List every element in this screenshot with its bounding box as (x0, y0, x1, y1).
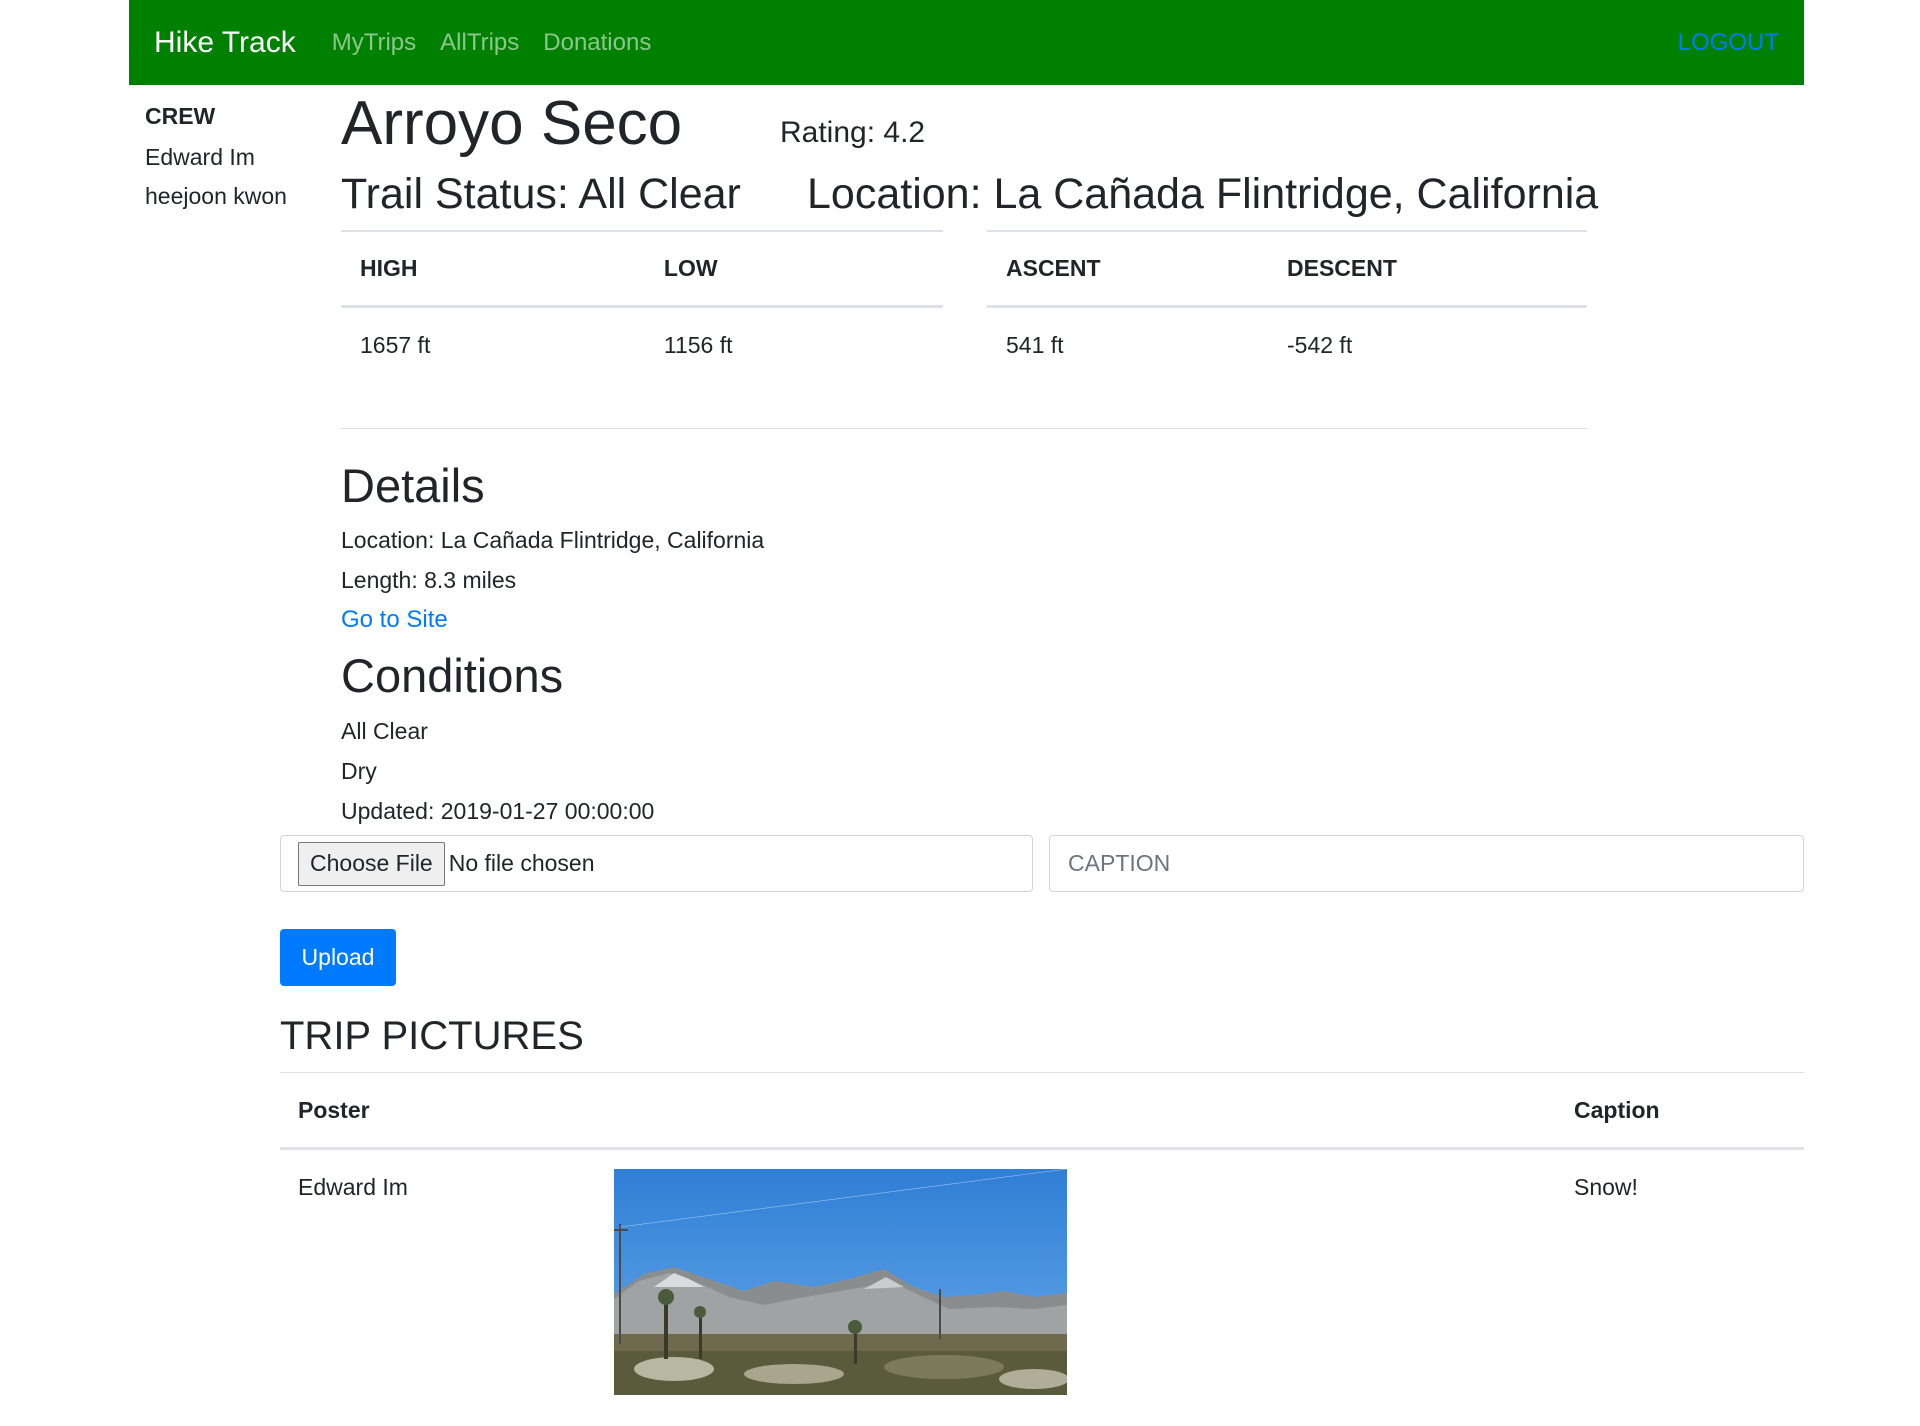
table-row: Edward Im Snow! (280, 1149, 1804, 1426)
row-caption: Snow! (1574, 1174, 1638, 1200)
details-length: Length: 8.3 miles (341, 567, 517, 593)
details-location: Location: La Cañada Flintridge, Californ… (341, 527, 765, 553)
trail-rating: Rating: 4.2 (780, 116, 926, 149)
trail-status: Trail Status: All Clear (341, 170, 741, 218)
conditions-heading: Conditions (341, 649, 564, 702)
row-poster: Edward Im (298, 1174, 408, 1200)
elevation-table-right: ASCENT DESCENT 541 ft -542 ft (987, 230, 1587, 383)
crew-title: CREW (145, 103, 216, 129)
table-row: 1657 ft 1156 ft (341, 306, 943, 383)
file-status: No file chosen (448, 850, 595, 876)
brand-link[interactable]: Hike Track (154, 26, 296, 60)
navbar: Hike Track MyTrips AllTrips Donations LO… (129, 0, 1804, 85)
go-to-site-link[interactable]: Go to Site (341, 606, 448, 634)
header-low: LOW (644, 230, 943, 308)
elevation-table-left: HIGH LOW 1657 ft 1156 ft (341, 230, 943, 383)
header-high: HIGH (341, 230, 645, 308)
nav-all-trips[interactable]: AllTrips (440, 29, 519, 57)
crew-panel: CREW Edward Im heejoon kwon (145, 103, 287, 216)
file-input[interactable]: Choose File No file chosen (280, 835, 1033, 892)
table-row: 541 ft -542 ft (987, 306, 1587, 383)
header-poster: Poster (280, 1072, 596, 1150)
trail-name: Arroyo Seco (341, 89, 683, 158)
trail-location: Location: La Cañada Flintridge, Californ… (807, 170, 1599, 218)
caption-input[interactable] (1049, 835, 1804, 892)
choose-file-button[interactable]: Choose File (298, 841, 445, 886)
condition-surface: Dry (341, 758, 377, 784)
trip-pictures-heading: TRIP PICTURES (280, 1014, 584, 1058)
divider (341, 428, 1587, 429)
value-descent: -542 ft (1287, 331, 1353, 358)
logout-link[interactable]: LOGOUT (1678, 29, 1779, 57)
details-heading: Details (341, 459, 485, 512)
header-caption: Caption (1556, 1072, 1804, 1150)
header-ascent: ASCENT (987, 230, 1268, 308)
value-low: 1156 ft (663, 331, 733, 358)
nav-my-trips[interactable]: MyTrips (332, 29, 416, 57)
nav-donations[interactable]: Donations (543, 29, 651, 57)
condition-updated: Updated: 2019-01-27 00:00:00 (341, 798, 655, 824)
trip-photo (614, 1169, 1067, 1395)
upload-button[interactable]: Upload (280, 929, 396, 986)
crew-member: Edward Im (145, 144, 255, 170)
condition-status: All Clear (341, 718, 428, 744)
crew-member: heejoon kwon (145, 183, 287, 209)
trip-pictures-table: Poster Caption Edward Im Snow! (280, 1072, 1804, 1426)
value-ascent: 541 ft (1006, 331, 1064, 358)
header-photo (596, 1072, 1556, 1150)
value-high: 1657 ft (360, 331, 431, 358)
photo-cell (596, 1149, 1556, 1426)
header-descent: DESCENT (1268, 230, 1587, 308)
